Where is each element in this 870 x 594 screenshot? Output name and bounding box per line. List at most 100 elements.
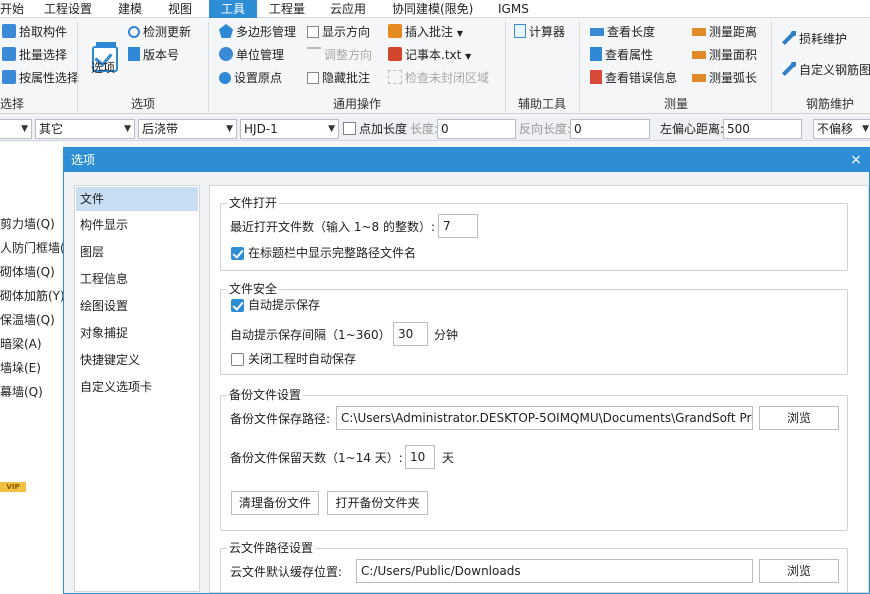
chevron-down-icon: ▼ — [328, 124, 335, 134]
area-icon — [692, 51, 706, 59]
checkbox-icon — [307, 26, 319, 38]
update-icon — [128, 26, 140, 38]
show-full-path-checkbox[interactable] — [231, 247, 244, 260]
tree-item[interactable]: 剪力墙(Q) — [0, 215, 55, 232]
backup-days-input[interactable]: 10 — [405, 445, 435, 469]
loss-maintain-button[interactable]: 损耗维护 — [782, 31, 847, 47]
group-title: 云文件路径设置 — [227, 541, 316, 555]
batch-select-button[interactable]: 批量选择 — [2, 47, 67, 63]
tree-item[interactable]: 砌体加筋(Y) — [0, 287, 65, 304]
wrench-icon — [782, 31, 796, 45]
ribbon-divider — [771, 22, 772, 112]
backup-browse-button[interactable]: 浏览 — [759, 406, 839, 430]
menu-project-settings[interactable]: 工程设置 — [44, 0, 92, 18]
auto-save-checkbox[interactable] — [231, 299, 244, 312]
adjust-direction-button[interactable]: 调整方向 — [307, 47, 372, 63]
reverse-length-input[interactable]: 0 — [570, 119, 650, 139]
tree-item[interactable]: 幕墙(Q) — [0, 383, 43, 400]
dialog-title: 选项 — [71, 153, 96, 167]
notepad-icon — [388, 47, 402, 61]
cloud-browse-button[interactable]: 浏览 — [759, 559, 839, 583]
offset-combo[interactable]: 不偏移 ▼ — [813, 119, 870, 139]
check-update-button[interactable]: 检测更新 — [128, 24, 191, 40]
component-type-combo[interactable]: 后浇带 ▼ — [138, 119, 237, 139]
polygon-manage-button[interactable]: 多边形管理 — [219, 24, 296, 40]
group-title: 文件打开 — [227, 196, 280, 210]
insert-annotation-button[interactable]: 插入批注 ▼ — [388, 24, 463, 42]
property-bar: ▼ 其它 ▼ 后浇带 ▼ HJD-1 ▼ 点加长度 长度: 0 反向长度: 0 左偏心… — [0, 117, 870, 141]
menu-modeling[interactable]: 建模 — [118, 0, 142, 18]
menu-quantity[interactable]: 工程量 — [269, 0, 305, 18]
component-name-combo[interactable]: HJD-1 ▼ — [240, 119, 339, 139]
clean-backup-button[interactable]: 清理备份文件 — [231, 491, 319, 515]
length-label: 长度: — [410, 122, 439, 136]
backup-path-input[interactable]: C:\Users\Administrator.DESKTOP-5OIMQMU\D… — [336, 406, 753, 430]
options-dialog: 选项 × 文件 构件显示 图层 工程信息 绘图设置 对象捕捉 快捷键定义 自定义… — [63, 147, 870, 594]
recent-files-input[interactable]: 7 — [438, 214, 478, 238]
menu-collab[interactable]: 协同建模(限免) — [392, 0, 473, 18]
point-length-checkbox[interactable] — [343, 122, 356, 135]
distance-icon — [692, 28, 706, 36]
tree-item[interactable]: 暗梁(A) — [0, 335, 42, 352]
category-combo[interactable]: 其它 ▼ — [35, 119, 135, 139]
menu-bar: 开始 工程设置 建模 视图 工具 工程量 云应用 协同建模(限免) IGMS — [0, 0, 870, 18]
set-origin-button[interactable]: 设置原点 — [219, 70, 282, 86]
measure-area-button[interactable]: 测量面积 — [692, 47, 757, 63]
measure-distance-button[interactable]: 测量距离 — [692, 24, 757, 40]
menu-tools[interactable]: 工具 — [209, 0, 257, 18]
unit-manage-button[interactable]: 单位管理 — [219, 47, 284, 63]
nav-project-info[interactable]: 工程信息 — [76, 267, 198, 291]
view-errors-button[interactable]: 查看错误信息 — [590, 70, 677, 86]
backup-path-label: 备份文件保存路径: — [230, 412, 331, 426]
view-property-button[interactable]: 查看属性 — [590, 47, 653, 63]
error-icon — [590, 70, 602, 84]
nav-file[interactable]: 文件 — [76, 187, 198, 211]
nav-layers[interactable]: 图层 — [76, 240, 198, 264]
length-icon — [590, 28, 604, 36]
select-by-property-button[interactable]: 按属性选择 — [2, 70, 79, 86]
group-label-options: 选项 — [131, 97, 156, 111]
nav-component-display[interactable]: 构件显示 — [76, 213, 198, 237]
batch-icon — [2, 47, 16, 61]
nav-custom-tabs[interactable]: 自定义选项卡 — [76, 375, 198, 399]
ribbon-divider — [505, 22, 506, 112]
unit-icon — [219, 47, 233, 61]
nav-drawing-settings[interactable]: 绘图设置 — [76, 294, 198, 318]
show-direction-toggle[interactable]: 显示方向 — [307, 24, 370, 40]
notepad-button[interactable]: 记事本.txt ▼ — [388, 47, 471, 65]
menu-start[interactable]: 开始 — [0, 0, 24, 18]
save-interval-label: 自动提示保存间隔（1~360） — [230, 328, 391, 342]
close-auto-save-checkbox[interactable] — [231, 353, 244, 366]
group-label-aux: 辅助工具 — [518, 97, 567, 111]
open-backup-folder-button[interactable]: 打开备份文件夹 — [327, 491, 428, 515]
tree-item[interactable]: 墙垛(E) — [0, 359, 41, 376]
hide-annotation-toggle[interactable]: 隐藏批注 — [307, 70, 370, 86]
menu-igms[interactable]: IGMS — [498, 0, 529, 18]
save-interval-input[interactable]: 30 — [393, 322, 428, 346]
version-button[interactable]: 版本号 — [128, 47, 179, 63]
cloud-cache-input[interactable]: C:/Users/Public/Downloads — [356, 559, 753, 583]
options-big-label[interactable]: 选项 — [91, 60, 115, 76]
tree-item[interactable]: 人防门框墙( — [0, 239, 65, 256]
left-offset-input[interactable]: 500 — [723, 119, 802, 139]
view-length-button[interactable]: 查看长度 — [590, 24, 655, 40]
floor-combo[interactable]: ▼ — [0, 119, 32, 139]
tree-item[interactable]: 砌体墙(Q) — [0, 263, 55, 280]
custom-rebar-button[interactable]: 自定义钢筋图 — [782, 62, 870, 78]
check-unclosed-button[interactable]: 检查未封闭区域 — [388, 70, 489, 86]
menu-cloud[interactable]: 云应用 — [330, 0, 366, 18]
calculator-button[interactable]: 计算器 — [514, 24, 565, 40]
nav-snap[interactable]: 对象捕捉 — [76, 321, 198, 345]
backup-group: 备份文件设置 备份文件保存路径: C:\Users\Administrator.… — [220, 388, 848, 531]
menu-view[interactable]: 视图 — [168, 0, 192, 18]
length-input[interactable]: 0 — [437, 119, 516, 139]
nav-shortcuts[interactable]: 快捷键定义 — [76, 348, 198, 372]
close-icon[interactable]: × — [848, 151, 864, 169]
chevron-down-icon: ▼ — [21, 124, 28, 134]
group-title: 备份文件设置 — [227, 388, 304, 402]
tree-item[interactable]: 保温墙(Q) — [0, 311, 55, 328]
pick-component-button[interactable]: 拾取构件 — [2, 24, 67, 40]
save-interval-unit: 分钟 — [434, 328, 459, 342]
recent-files-label: 最近打开文件数（输入 1~8 的整数）: — [230, 220, 435, 234]
measure-arc-button[interactable]: 测量弧长 — [692, 70, 757, 86]
